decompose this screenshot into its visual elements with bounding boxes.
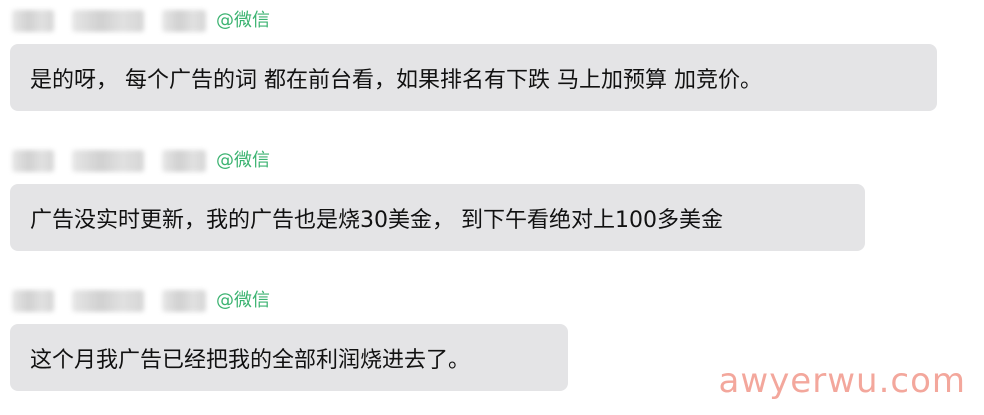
blurred-sender-name <box>72 10 144 32</box>
sender-row: @微信 <box>10 6 937 36</box>
blurred-sender-name-suffix <box>162 150 206 172</box>
blurred-sender-name <box>72 150 144 172</box>
blurred-sender-name-suffix <box>162 290 206 312</box>
wechat-source-tag: @微信 <box>216 290 270 311</box>
blurred-avatar <box>12 10 54 32</box>
blurred-avatar <box>12 150 54 172</box>
chat-message: @微信 这个月我广告已经把我的全部利润烧进去了。 <box>10 286 568 391</box>
sender-row: @微信 <box>10 146 865 176</box>
chat-message: @微信 广告没实时更新，我的广告也是烧30美金， 到下午看绝对上100多美金 <box>10 146 865 251</box>
sender-row: @微信 <box>10 286 568 316</box>
blurred-sender-name <box>72 290 144 312</box>
blurred-sender-name-suffix <box>162 10 206 32</box>
chat-transcript: @微信 是的呀， 每个广告的词 都在前台看，如果排名有下跌 马上加预算 加竞价。… <box>0 0 984 415</box>
watermark: awyerwu.com <box>718 361 966 401</box>
message-bubble: 广告没实时更新，我的广告也是烧30美金， 到下午看绝对上100多美金 <box>10 184 865 251</box>
message-bubble: 这个月我广告已经把我的全部利润烧进去了。 <box>10 324 568 391</box>
message-bubble: 是的呀， 每个广告的词 都在前台看，如果排名有下跌 马上加预算 加竞价。 <box>10 44 937 111</box>
wechat-source-tag: @微信 <box>216 10 270 31</box>
blurred-avatar <box>12 290 54 312</box>
wechat-source-tag: @微信 <box>216 150 270 171</box>
chat-message: @微信 是的呀， 每个广告的词 都在前台看，如果排名有下跌 马上加预算 加竞价。 <box>10 6 937 111</box>
